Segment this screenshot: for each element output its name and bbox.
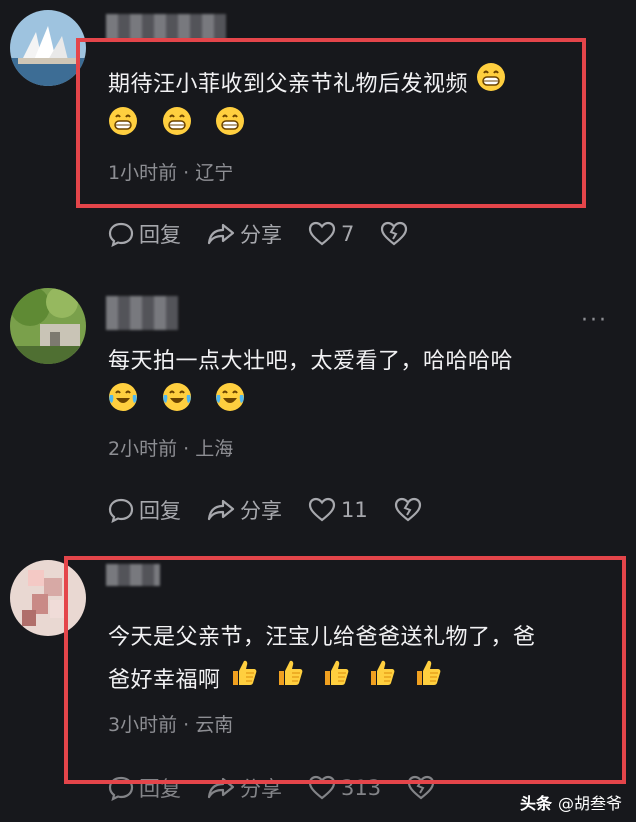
reply-icon	[108, 222, 134, 247]
action-bar: 回复 分享 11	[108, 494, 453, 526]
reply-label: 回复	[139, 499, 181, 523]
share-icon	[207, 223, 235, 245]
broken-heart-icon	[394, 497, 421, 522]
reply-icon	[108, 498, 134, 523]
meta-separator: ·	[183, 438, 190, 460]
like-button[interactable]: 7	[308, 221, 354, 247]
share-label: 分享	[240, 223, 282, 247]
laugh-cry-emoji	[108, 382, 138, 428]
like-count: 11	[341, 498, 368, 522]
heart-icon	[308, 221, 336, 246]
watermark: 头条 @胡叁爷	[520, 790, 622, 814]
share-icon	[207, 499, 235, 521]
dislike-button[interactable]	[394, 497, 427, 523]
comment-text-line: 每天拍一点大壮吧，太爱看了，哈哈哈哈	[108, 349, 514, 374]
laugh-cry-emoji	[215, 382, 245, 428]
toutiao-logo: 头条	[519, 794, 552, 813]
avatar[interactable]	[10, 288, 86, 364]
action-bar: 回复 分享 7	[108, 218, 439, 250]
share-button[interactable]: 分享	[207, 495, 282, 525]
share-button[interactable]: 分享	[207, 219, 282, 249]
comment-text: 每天拍一点大壮吧，太爱看了，哈哈哈哈	[108, 340, 588, 384]
username-blurred[interactable]	[106, 296, 178, 330]
location: 上海	[195, 438, 234, 460]
reply-button[interactable]: 回复	[108, 219, 181, 249]
comment-meta: 2小时前 · 上海	[108, 434, 233, 461]
broken-heart-icon	[381, 221, 408, 246]
dislike-button[interactable]	[380, 221, 413, 247]
laugh-cry-emoji	[162, 382, 192, 428]
highlight-box-1	[76, 38, 586, 208]
highlight-box-3	[64, 556, 626, 784]
reply-button[interactable]: 回复	[108, 495, 181, 525]
reply-label: 回复	[139, 223, 181, 247]
more-options-icon[interactable]: ···	[581, 308, 608, 333]
avatar[interactable]	[10, 10, 86, 86]
emoji-row	[108, 382, 588, 428]
username-blurred[interactable]	[106, 14, 226, 40]
share-label: 分享	[240, 499, 282, 523]
heart-icon	[308, 497, 336, 522]
timestamp: 2小时前	[108, 438, 178, 460]
watermark-handle: @胡叁爷	[557, 794, 622, 813]
like-button[interactable]: 11	[308, 497, 368, 523]
like-count: 7	[341, 222, 355, 246]
